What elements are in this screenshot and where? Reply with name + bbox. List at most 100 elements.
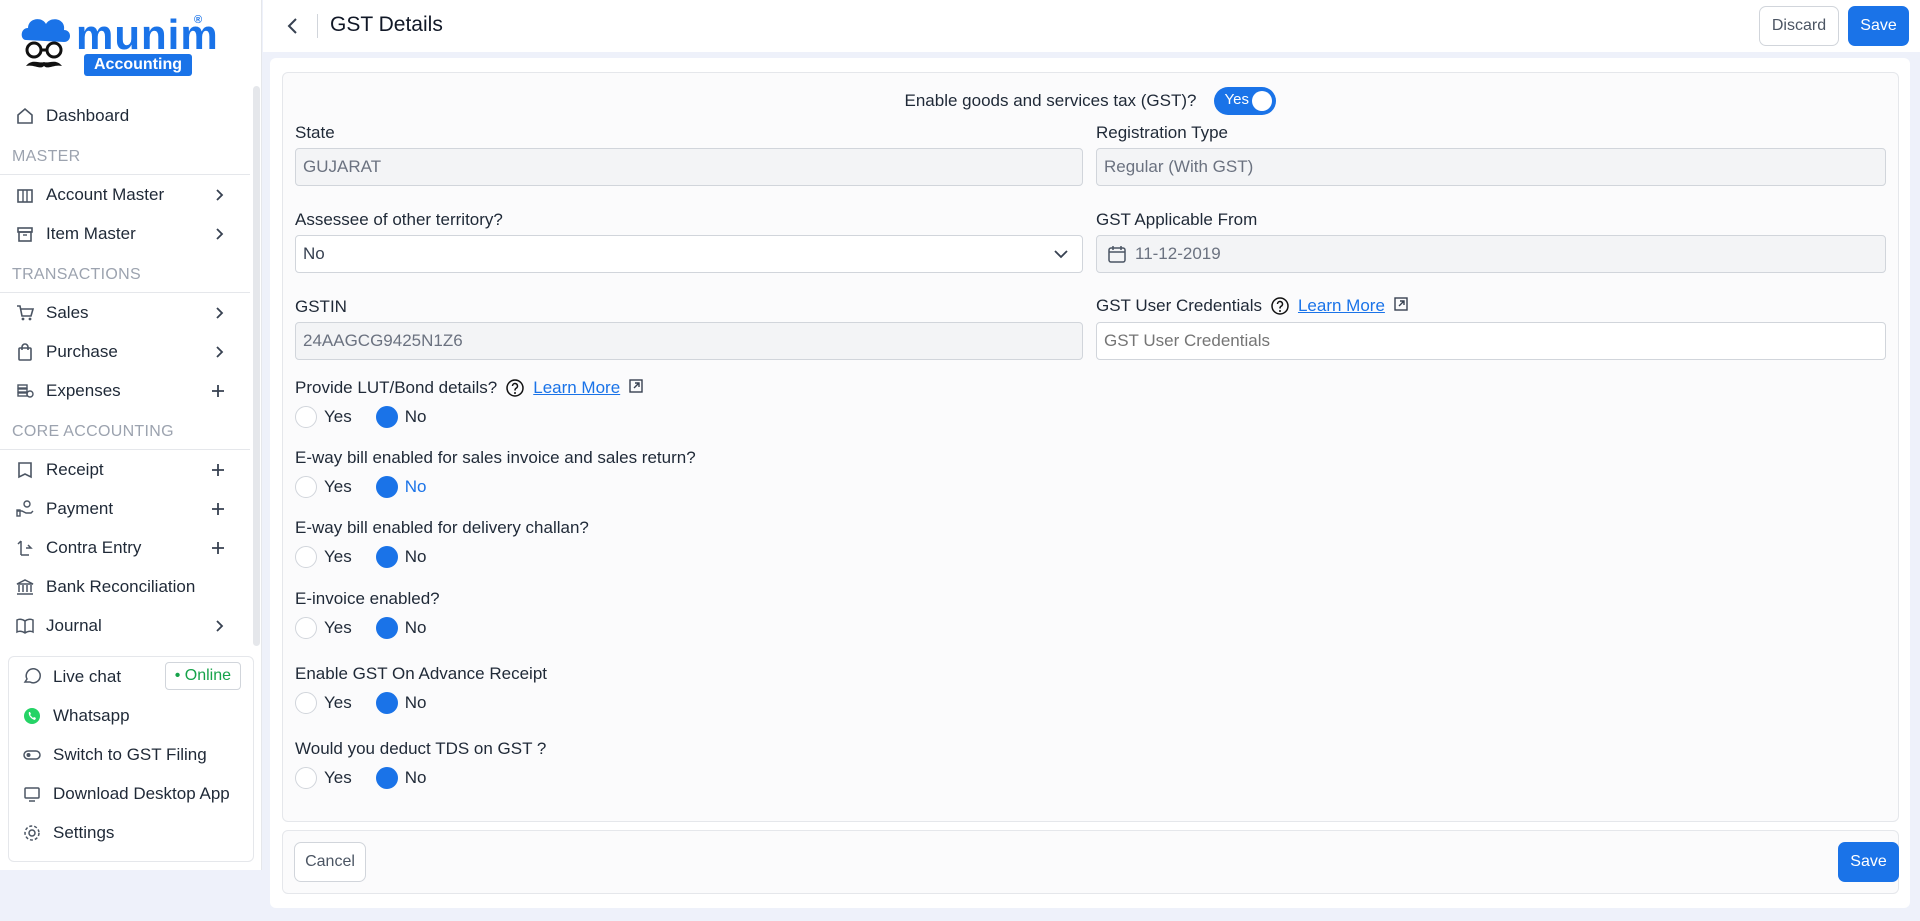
eway-sales-yes-radio[interactable] bbox=[295, 476, 317, 498]
einvoice-question: E-invoice enabled? bbox=[295, 589, 440, 608]
einvoice-yes-radio[interactable] bbox=[295, 617, 317, 639]
einvoice-no-radio[interactable] bbox=[375, 617, 398, 639]
external-link-icon[interactable] bbox=[1393, 296, 1413, 316]
plus-icon[interactable] bbox=[210, 501, 226, 517]
sidebar-item-payment[interactable]: Payment bbox=[0, 489, 250, 528]
tds-no-radio[interactable] bbox=[375, 767, 398, 789]
state-field[interactable]: GUJARAT bbox=[295, 148, 1083, 186]
whatsapp-item[interactable]: Whatsapp bbox=[9, 696, 253, 735]
gst-applicable-from-label: GST Applicable From bbox=[1096, 210, 1258, 229]
radio-label: Yes bbox=[324, 477, 352, 496]
sidebar-item-journal[interactable]: Journal bbox=[0, 606, 250, 645]
radio-label: No bbox=[404, 693, 427, 712]
lut-no-radio[interactable] bbox=[375, 406, 398, 428]
eway-sales-question-row: E-way bill enabled for sales invoice and… bbox=[295, 448, 696, 468]
sidebar-item-expenses[interactable]: Expenses bbox=[0, 371, 250, 410]
toggle-icon bbox=[21, 744, 43, 766]
lut-yes-radio[interactable] bbox=[295, 406, 317, 428]
lut-radio-group: Yes No bbox=[295, 406, 450, 428]
eway-challan-yes-radio[interactable] bbox=[295, 546, 317, 568]
sidebar-scrollbar[interactable] bbox=[253, 86, 260, 646]
shopping-bag-icon bbox=[14, 341, 36, 363]
gear-icon bbox=[21, 822, 43, 844]
plus-icon[interactable] bbox=[210, 383, 226, 399]
cancel-button[interactable]: Cancel bbox=[294, 842, 366, 882]
sidebar-item-sales[interactable]: Sales bbox=[0, 293, 250, 332]
radio-label: No bbox=[404, 407, 427, 426]
external-link-icon[interactable] bbox=[628, 378, 648, 398]
sidebar-item-label: Payment bbox=[46, 498, 114, 518]
registration-type-value: Regular (With GST) bbox=[1104, 157, 1254, 176]
monitor-icon bbox=[21, 783, 43, 805]
munim-logo[interactable]: munim ® Accounting bbox=[18, 12, 218, 80]
gst-applicable-from-value: 11-12-2019 bbox=[1135, 244, 1221, 263]
registered-mark: ® bbox=[194, 14, 203, 26]
registration-type-label: Registration Type bbox=[1096, 123, 1228, 142]
back-arrow-icon[interactable] bbox=[281, 14, 305, 38]
gst-enable-row: Enable goods and services tax (GST)? Yes bbox=[283, 87, 1898, 115]
radio-label: No bbox=[404, 477, 427, 496]
sidebar-utility-panel: Live chat • Online Whatsapp Switch to GS… bbox=[8, 656, 254, 862]
sidebar-item-dashboard[interactable]: Dashboard bbox=[0, 96, 250, 135]
gst-enable-toggle[interactable]: Yes bbox=[1214, 87, 1277, 115]
learn-more-link[interactable]: Learn More bbox=[1298, 296, 1385, 316]
einvoice-radio-group: Yes No bbox=[295, 617, 450, 639]
footer-save-button[interactable]: Save bbox=[1838, 842, 1899, 882]
sidebar-item-receipt[interactable]: Receipt bbox=[0, 450, 250, 489]
radio-label: No bbox=[404, 618, 427, 637]
switch-gst-filing-item[interactable]: Switch to GST Filing bbox=[9, 735, 253, 774]
sidebar-item-contra-entry[interactable]: Contra Entry bbox=[0, 528, 250, 567]
live-chat-item[interactable]: Live chat • Online bbox=[9, 657, 253, 696]
tds-question: Would you deduct TDS on GST ? bbox=[295, 739, 547, 758]
chat-bubble-icon bbox=[21, 666, 43, 688]
sidebar-item-bank-reconciliation[interactable]: Bank Reconciliation bbox=[0, 567, 250, 606]
sidebar-item-label: Contra Entry bbox=[46, 537, 142, 557]
chevron-right-icon bbox=[212, 345, 226, 359]
assessee-label: Assessee of other territory? bbox=[295, 210, 503, 229]
settings-label: Settings bbox=[53, 822, 115, 842]
calendar-icon bbox=[1107, 244, 1127, 264]
assessee-select[interactable]: No bbox=[295, 235, 1083, 273]
chevron-right-icon bbox=[212, 227, 226, 241]
book-icon bbox=[14, 615, 36, 637]
eway-challan-no-radio[interactable] bbox=[375, 546, 398, 568]
plus-icon[interactable] bbox=[210, 462, 226, 478]
sidebar-item-label: Bank Reconciliation bbox=[46, 576, 196, 596]
help-icon[interactable] bbox=[1270, 296, 1290, 316]
live-chat-label: Live chat bbox=[53, 666, 122, 686]
coins-icon bbox=[14, 380, 36, 402]
eway-sales-no-radio[interactable] bbox=[375, 476, 398, 498]
cart-icon bbox=[14, 302, 36, 324]
advance-yes-radio[interactable] bbox=[295, 692, 317, 714]
gst-credentials-input[interactable] bbox=[1096, 322, 1886, 360]
help-icon[interactable] bbox=[505, 378, 525, 398]
state-label: State bbox=[295, 123, 335, 142]
plus-icon[interactable] bbox=[210, 540, 226, 556]
section-master: MASTER bbox=[0, 135, 250, 175]
page-header: GST Details Discard Save bbox=[263, 0, 1920, 52]
gstin-field[interactable]: 24AAGCG9425N1Z6 bbox=[295, 322, 1083, 360]
settings-item[interactable]: Settings bbox=[9, 813, 253, 852]
building-icon bbox=[14, 184, 36, 206]
sidebar-item-account-master[interactable]: Account Master bbox=[0, 175, 250, 214]
gst-form: Enable goods and services tax (GST)? Yes… bbox=[282, 72, 1899, 822]
eway-challan-question: E-way bill enabled for delivery challan? bbox=[295, 518, 589, 537]
chevron-right-icon bbox=[212, 188, 226, 202]
registration-type-field[interactable]: Regular (With GST) bbox=[1096, 148, 1886, 186]
eway-challan-radio-group: Yes No bbox=[295, 546, 450, 568]
advance-no-radio[interactable] bbox=[375, 692, 398, 714]
radio-label: No bbox=[404, 547, 427, 566]
learn-more-link[interactable]: Learn More bbox=[533, 378, 620, 398]
save-button[interactable]: Save bbox=[1848, 6, 1909, 46]
sidebar-item-label: Journal bbox=[46, 615, 102, 635]
whatsapp-label: Whatsapp bbox=[53, 705, 130, 725]
gst-applicable-from-field[interactable]: 11-12-2019 bbox=[1096, 235, 1886, 273]
download-desktop-app-item[interactable]: Download Desktop App bbox=[9, 774, 253, 813]
section-core-accounting: CORE ACCOUNTING bbox=[0, 410, 250, 450]
sidebar-item-item-master[interactable]: Item Master bbox=[0, 214, 250, 253]
einvoice-question-row: E-invoice enabled? bbox=[295, 589, 440, 609]
sidebar-item-purchase[interactable]: Purchase bbox=[0, 332, 250, 371]
tds-yes-radio[interactable] bbox=[295, 767, 317, 789]
sidebar-item-label: Purchase bbox=[46, 341, 118, 361]
discard-button[interactable]: Discard bbox=[1759, 6, 1839, 46]
